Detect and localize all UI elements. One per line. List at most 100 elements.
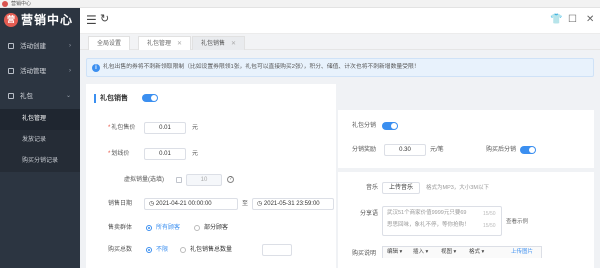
sale-date-label: 销售日期 [108,201,133,207]
sidebar-subitem-purchase-records[interactable]: 购买分销记录 [0,151,80,172]
calendar-icon: ◷ [149,201,156,207]
tab-close-icon[interactable]: ✕ [177,41,182,47]
total-limited-radio[interactable] [180,247,186,253]
sale-toggle[interactable] [142,94,158,102]
group-all-radio[interactable] [146,225,152,231]
sidebar-item-activity-create[interactable]: 活动创建 › [0,34,80,59]
group-all-label: 所有顾客 [156,225,181,231]
share-textarea[interactable]: 武汉51个商家价值9999元只要69 15/50 思思回味，象礼不停，等你抢购！… [382,206,502,236]
group-partial-radio[interactable] [194,225,200,231]
sidebar-item-label: 活动管理 [20,68,46,75]
total-count-input[interactable] [262,244,292,256]
sidebar-subitem-label: 购买分销记录 [22,158,59,164]
tab-label: 礼包管理 [147,41,172,47]
section-accent [94,94,96,103]
sidebar-item-gift[interactable]: 礼包 ⌄ [0,84,80,109]
date-start-input[interactable]: ◷ 2021-04-21 00:00:00 [144,198,238,210]
editor-menu-edit[interactable]: 编辑 ▾ [387,247,402,258]
orig-price-input[interactable]: 0.01 [144,148,186,160]
share-count-1: 15/50 [483,211,496,217]
section-title: 礼包销售 [100,95,128,102]
music-hint: 格式为MP3，大小3M以下 [426,185,489,191]
tab-close-icon[interactable]: ✕ [231,41,236,47]
shirt-icon[interactable]: 👕 [550,14,562,26]
logo-icon: 营 [4,13,18,27]
upload-music-button[interactable]: 上传音乐 [382,182,420,194]
sidebar-item-label: 礼包 [20,93,33,100]
total-unlimited-radio[interactable] [146,247,152,253]
orig-price-label: *划线价 [108,151,130,157]
share-line-1: 武汉51个商家价值9999元只要69 [387,210,467,216]
reward-unit: 元/笔 [430,147,444,153]
info-icon: i [92,64,100,72]
app-icon [2,1,8,7]
purchase-desc-label: 购买说明 [352,251,377,257]
tab-label: 全局设置 [97,41,122,47]
media-panel: 音乐 上传音乐 格式为MP3，大小3M以下 分享语 武汉51个商家价值9999元… [338,168,594,268]
chevron-right-icon: › [69,43,71,49]
view-example-link[interactable]: 查看示例 [506,216,528,228]
help-icon[interactable]: ? [227,176,234,183]
editor-toolbar: 编辑 ▾ 插入 ▾ 视图 ▾ 格式 ▾ 上传图片 [382,246,542,258]
calendar-icon: ◷ [257,201,264,207]
notice-text: 礼包出售的券将不刺新领取限制（比如设置券限领1张，礼包可以直接购买2张），积分、… [103,64,420,70]
price-input[interactable]: 0.01 [144,122,186,134]
editor-menu-format[interactable]: 格式 ▾ [469,247,484,258]
sidebar: 营 营销中心 活动创建 › 活动管理 › 礼包 ⌄ 礼包管理 发放记录 购买分销… [0,8,80,268]
reward-label: 分销奖励 [352,147,377,153]
share-line-2: 思思回味，象礼不停，等你抢购！ [387,222,470,228]
brand: 营 营销中心 [0,8,80,34]
sale-group-label: 售卖群体 [108,225,133,231]
music-label: 音乐 [366,185,379,191]
sidebar-subitem-issue-records[interactable]: 发放记录 [0,130,80,151]
orig-price-unit: 元 [192,151,199,157]
message-icon[interactable]: ☐ [568,14,577,26]
chevron-down-icon: ⌄ [65,93,71,99]
virtual-sales-checkbox[interactable] [176,177,182,183]
top-bar: ☰ ↻ 👕 ☐ ✕ [80,8,600,34]
gift-icon [8,93,14,99]
reward-input[interactable]: 0.30 [384,144,426,156]
upload-image-button[interactable]: 上传图片 [511,247,533,258]
virtual-sales-label: 虚拟销量(选填) [124,177,164,183]
chevron-right-icon: › [69,68,71,74]
activity-create-icon [8,43,14,49]
tab-gift-manage[interactable]: 礼包管理 ✕ [138,36,192,50]
sidebar-subitem-label: 礼包管理 [22,116,47,122]
editor-menu-view[interactable]: 视图 ▾ [441,247,456,258]
tab-global-settings[interactable]: 全局设置 [88,36,131,50]
sidebar-item-activity-manage[interactable]: 活动管理 › [0,59,80,84]
price-label: *礼包售价 [108,125,136,131]
total-limited-label: 礼包销售总数量 [190,247,233,253]
buy-distribution-toggle[interactable] [520,146,536,154]
menu-icon[interactable]: ☰ [86,14,97,26]
virtual-sales-input[interactable]: 10 [186,174,222,186]
tab-gift-sale[interactable]: 礼包销售 ✕ [192,36,246,50]
buy-distribution-label: 购买后分销 [486,147,517,153]
total-unlimited-label: 不限 [156,247,169,253]
window-title: 营销中心 [11,1,32,7]
date-separator: 至 [242,201,249,207]
main-content: i 礼包出售的券将不刺新领取限制（比如设置券限领1张，礼包可以直接购买2张），积… [80,50,600,268]
tab-label: 礼包销售 [201,41,226,47]
gift-distribution-toggle[interactable] [382,122,398,130]
sale-panel: 礼包销售 *礼包售价 0.01 元 *划线价 0.01 元 虚拟销量(选填) 1… [86,84,336,268]
group-partial-label: 部分顾客 [204,225,229,231]
brand-name: 营销中心 [21,13,74,27]
total-label: 购买总数 [108,247,133,253]
sidebar-subitem-gift-manage[interactable]: 礼包管理 [0,109,80,130]
gift-distribution-label: 礼包分销 [352,123,377,129]
date-end-input[interactable]: ◷ 2021-05-31 23:59:00 [252,198,334,210]
sidebar-item-label: 活动创建 [20,43,46,50]
sidebar-subitem-label: 发放记录 [22,137,47,143]
notice-banner: i 礼包出售的券将不刺新领取限制（比如设置券限领1张，礼包可以直接购买2张），积… [86,58,594,77]
share-label: 分享语 [360,211,379,217]
editor-menu-insert[interactable]: 插入 ▾ [413,247,428,258]
window-titlebar: 营销中心 [0,0,600,8]
refresh-icon[interactable]: ↻ [100,13,109,25]
price-unit: 元 [192,125,199,131]
share-count-2: 15/50 [483,223,496,229]
tabs-bar: 全局设置 礼包管理 ✕ 礼包销售 ✕ [80,34,600,50]
activity-manage-icon [8,68,14,74]
close-icon[interactable]: ✕ [586,14,594,26]
